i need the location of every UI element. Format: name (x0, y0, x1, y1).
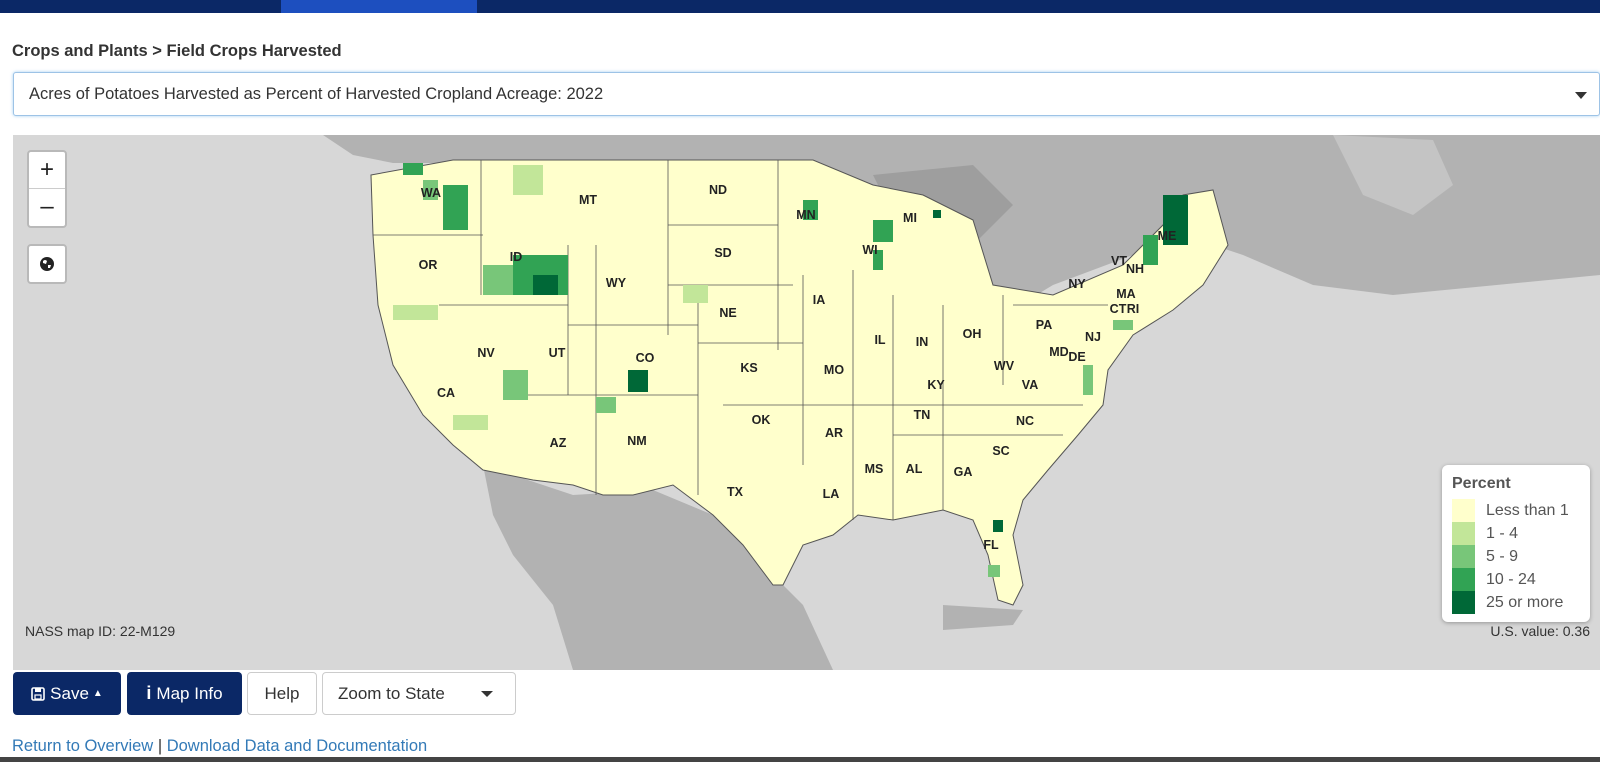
state-label-tx: TX (727, 485, 743, 499)
legend: Percent Less than 1 1 - 4 5 - 9 10 - 24 25 o… (1442, 465, 1590, 622)
zoom-in-button[interactable]: + (29, 152, 65, 189)
map-selector-dropdown[interactable]: Acres of Potatoes Harvested as Percent o… (13, 72, 1600, 116)
map-info-button-label: Map Info (156, 683, 223, 703)
state-label-az: AZ (549, 436, 567, 450)
state-label-ca: CA (436, 386, 456, 400)
info-icon: i (146, 683, 152, 703)
state-label-nh: NH (1125, 262, 1145, 276)
legend-swatch (1452, 545, 1475, 568)
help-button[interactable]: Help (247, 672, 317, 715)
state-label-mo: MO (823, 363, 845, 377)
legend-item: 10 - 24 (1452, 568, 1580, 591)
globe-icon (40, 257, 54, 271)
state-label-mi: MI (903, 211, 917, 225)
state-label-pa: PA (1035, 318, 1053, 332)
state-label-ne: NE (719, 306, 737, 320)
state-label-md: MD (1049, 345, 1069, 359)
legend-swatch (1452, 591, 1475, 614)
cuba-land (943, 605, 1023, 630)
legend-label: 1 - 4 (1486, 524, 1519, 542)
state-label-ma: MA (1116, 287, 1136, 301)
state-label-mn: MN (796, 208, 816, 222)
state-label-ut: UT (548, 346, 566, 360)
state-label-id: ID (509, 250, 523, 264)
legend-swatch (1452, 522, 1475, 545)
state-label-me: ME (1157, 229, 1177, 243)
bottom-scroll-strip (0, 757, 1600, 762)
legend-label: 5 - 9 (1486, 547, 1519, 565)
state-label-la: LA (822, 487, 840, 501)
state-label-al: AL (905, 462, 923, 476)
state-label-in: IN (915, 335, 929, 349)
state-label-ms: MS (864, 462, 884, 476)
state-label-wi: WI (862, 243, 878, 257)
legend-label: 10 - 24 (1486, 570, 1536, 588)
state-label-nd: ND (708, 183, 728, 197)
return-to-overview-link[interactable]: Return to Overview (12, 737, 153, 755)
state-label-nc: NC (1015, 414, 1035, 428)
us-value-text: U.S. value: 0.36 (1490, 623, 1590, 639)
state-label-fl: FL (983, 538, 999, 552)
state-label-wa: WA (420, 186, 442, 200)
state-label-co: CO (635, 351, 655, 365)
state-label-ny: NY (1068, 277, 1086, 291)
map-panel[interactable]: + – WA MT ND MN WI MI OR ID SD WY IA NE NV UT CO KS MO IL… (13, 135, 1600, 670)
state-label-ar: AR (824, 426, 844, 440)
state-label-oh: OH (962, 327, 982, 341)
legend-title: Percent (1452, 475, 1511, 492)
globe-button[interactable] (27, 244, 67, 284)
save-button[interactable]: Save ▲ (13, 672, 121, 715)
legend-label: Less than 1 (1486, 501, 1569, 519)
state-label-ok: OK (751, 413, 771, 427)
legend-item: 25 or more (1452, 591, 1580, 614)
legend-swatch (1452, 499, 1475, 522)
save-button-label: Save (50, 683, 89, 703)
state-label-wy: WY (605, 276, 627, 290)
state-label-ga: GA (953, 465, 973, 479)
zoom-out-button[interactable]: – (29, 189, 65, 226)
footer-links: Return to Overview | Download Data and D… (12, 737, 427, 756)
link-separator: | (157, 737, 163, 755)
download-data-link[interactable]: Download Data and Documentation (167, 737, 428, 755)
state-label-de: DE (1068, 350, 1086, 364)
zoom-to-state-label: Zoom to State (338, 683, 445, 703)
chevron-down-icon (1575, 92, 1587, 99)
legend-swatch (1452, 568, 1475, 591)
state-label-sd: SD (714, 246, 732, 260)
state-label-ct: CT (1109, 302, 1127, 316)
state-label-or: OR (418, 258, 438, 272)
legend-item: Less than 1 (1452, 499, 1580, 522)
breadcrumb: Crops and Plants > Field Crops Harvested (12, 42, 342, 60)
zoom-to-state-dropdown[interactable]: Zoom to State (322, 672, 516, 715)
zoom-control: + – (27, 150, 67, 228)
top-nav-bar (0, 0, 1600, 13)
map-info-button[interactable]: i Map Info (127, 672, 242, 715)
state-label-tn: TN (913, 408, 931, 422)
legend-item: 5 - 9 (1452, 545, 1580, 568)
top-nav-active-tab[interactable] (281, 0, 477, 13)
legend-item: 1 - 4 (1452, 522, 1580, 545)
state-label-vt: VT (1111, 254, 1127, 268)
state-label-nm: NM (627, 434, 647, 448)
state-label-ia: IA (812, 293, 826, 307)
legend-label: 25 or more (1486, 593, 1564, 611)
state-label-il: IL (874, 333, 886, 347)
state-label-sc: SC (992, 444, 1010, 458)
state-label-wv: WV (993, 359, 1015, 373)
map-selector-value: Acres of Potatoes Harvested as Percent o… (29, 85, 604, 103)
caret-up-icon: ▲ (92, 688, 103, 699)
floppy-disk-icon (31, 686, 45, 701)
state-label-nj: NJ (1085, 330, 1101, 344)
chevron-down-icon (481, 691, 493, 697)
state-label-ky: KY (927, 378, 945, 392)
state-label-ri: RI (1126, 302, 1140, 316)
state-label-nv: NV (477, 346, 495, 360)
state-label-va: VA (1021, 378, 1039, 392)
state-label-mt: MT (578, 193, 598, 207)
state-label-ks: KS (740, 361, 758, 375)
map-id-text: NASS map ID: 22-M129 (25, 623, 176, 639)
